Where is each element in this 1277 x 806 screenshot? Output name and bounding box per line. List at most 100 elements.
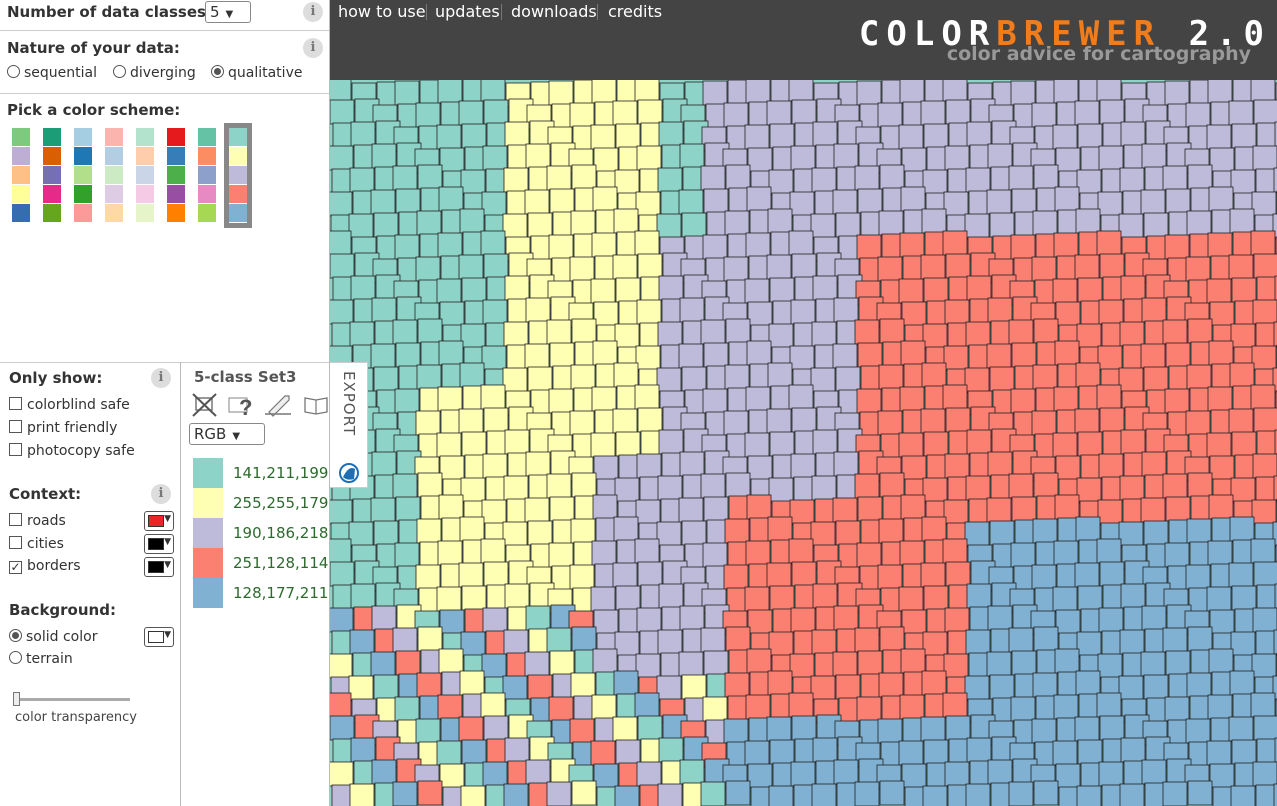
county-cell bbox=[833, 605, 859, 631]
scheme-swatch bbox=[229, 128, 247, 146]
county-cell bbox=[702, 696, 728, 722]
cities-checkbox[interactable]: cities bbox=[9, 536, 64, 552]
county-cell bbox=[944, 607, 970, 633]
county-cell bbox=[458, 100, 484, 126]
county-cell bbox=[1054, 186, 1080, 212]
nature-option-sequential[interactable]: sequential bbox=[7, 65, 97, 81]
roads-color-swatch bbox=[148, 515, 164, 527]
scheme-swatch bbox=[12, 147, 30, 165]
county-cell bbox=[571, 164, 597, 190]
color-scheme-4[interactable] bbox=[105, 128, 123, 223]
color-scheme-1[interactable] bbox=[12, 128, 30, 223]
county-cell bbox=[416, 672, 442, 698]
nav-updates[interactable]: updates bbox=[435, 2, 500, 21]
nav-credits[interactable]: credits bbox=[608, 2, 662, 21]
county-cell bbox=[415, 256, 441, 282]
nature-info-icon[interactable]: i bbox=[303, 38, 323, 58]
nature-option-qualitative[interactable]: qualitative bbox=[211, 65, 302, 81]
county-cell bbox=[1231, 431, 1257, 457]
classes-info-icon[interactable]: i bbox=[303, 2, 323, 22]
county-cell bbox=[436, 278, 462, 304]
export-globe-icon bbox=[339, 463, 359, 483]
county-cell bbox=[636, 145, 662, 171]
terrain-radio[interactable]: terrain bbox=[9, 651, 73, 667]
county-cell bbox=[1252, 453, 1277, 479]
county-map[interactable] bbox=[330, 80, 1277, 806]
county-cell bbox=[942, 230, 968, 256]
county-cell bbox=[1011, 342, 1037, 368]
county-cell bbox=[371, 297, 397, 323]
color-scheme-7[interactable] bbox=[198, 128, 216, 223]
background-color-picker[interactable]: ▼ bbox=[144, 627, 174, 647]
county-cell bbox=[1119, 321, 1145, 347]
color-scheme-6[interactable] bbox=[167, 128, 185, 223]
photocopy-safe-checkbox[interactable]: photocopy safe bbox=[9, 443, 135, 459]
color-scheme-2[interactable] bbox=[43, 128, 61, 223]
county-cell bbox=[788, 538, 814, 564]
county-cell bbox=[1252, 299, 1277, 325]
nav-downloads[interactable]: downloads bbox=[511, 2, 597, 21]
background-color-swatch bbox=[148, 631, 164, 643]
county-cell bbox=[790, 299, 816, 325]
county-cell bbox=[833, 759, 859, 785]
color-scheme-8[interactable] bbox=[224, 123, 252, 228]
county-cell bbox=[923, 123, 949, 149]
county-cell bbox=[1053, 80, 1079, 104]
color-scheme-5[interactable] bbox=[136, 128, 154, 223]
county-cell bbox=[812, 429, 838, 455]
classes-select[interactable]: 5 ▼ bbox=[205, 1, 251, 23]
county-cell bbox=[744, 740, 770, 766]
county-cell bbox=[461, 739, 487, 765]
roads-checkbox[interactable]: roads bbox=[9, 513, 66, 529]
transparency-slider-track[interactable] bbox=[15, 698, 130, 701]
county-cell bbox=[1231, 739, 1257, 765]
county-cell bbox=[1141, 759, 1167, 785]
county-cell bbox=[1230, 169, 1256, 195]
county-cell bbox=[1077, 277, 1103, 303]
borders-color-picker[interactable]: ▼ bbox=[144, 557, 174, 577]
color-scheme-3[interactable] bbox=[74, 128, 92, 223]
nature-option-diverging[interactable]: diverging bbox=[113, 65, 196, 81]
county-cell bbox=[1185, 102, 1211, 128]
print-friendly-checkbox[interactable]: print friendly bbox=[9, 420, 117, 436]
roads-color-picker[interactable]: ▼ bbox=[144, 511, 174, 531]
book-icon[interactable] bbox=[304, 397, 328, 415]
county-cell bbox=[637, 561, 663, 587]
county-cell bbox=[546, 319, 572, 345]
legend-rgb-value: 141,211,199 bbox=[233, 464, 329, 482]
county-cell bbox=[1206, 740, 1232, 766]
context-info-icon[interactable]: i bbox=[151, 484, 171, 504]
county-cell bbox=[1206, 278, 1232, 304]
help-icon[interactable]: ? bbox=[228, 395, 252, 418]
only-show-info-icon[interactable]: i bbox=[151, 368, 171, 388]
scheme-swatch bbox=[136, 128, 154, 146]
county-cell bbox=[986, 651, 1012, 677]
export-tab[interactable]: EXPORT bbox=[330, 362, 368, 488]
county-cell bbox=[856, 234, 882, 260]
county-cell bbox=[833, 143, 859, 169]
county-cell bbox=[350, 275, 376, 301]
copy-icon[interactable] bbox=[265, 395, 291, 417]
colorblind-safe-checkbox[interactable]: colorblind safe bbox=[9, 397, 130, 413]
county-cell bbox=[679, 143, 705, 169]
county-cell bbox=[745, 694, 771, 720]
county-cell bbox=[502, 213, 528, 239]
county-cell bbox=[766, 254, 792, 280]
transparency-slider-handle[interactable] bbox=[13, 692, 20, 706]
county-cell bbox=[769, 431, 795, 457]
county-cell bbox=[1256, 430, 1277, 456]
county-cell bbox=[1185, 256, 1211, 282]
nav-how-to-use[interactable]: how to use bbox=[338, 2, 426, 21]
map-canvas[interactable] bbox=[330, 80, 1277, 806]
county-cell bbox=[1118, 367, 1144, 393]
borders-checkbox[interactable]: ✓ borders bbox=[9, 558, 81, 574]
no-print-icon[interactable] bbox=[192, 393, 217, 417]
cities-color-picker[interactable]: ▼ bbox=[144, 534, 174, 554]
county-cell bbox=[1099, 715, 1125, 741]
solid-color-radio[interactable]: solid color bbox=[9, 629, 97, 645]
scheme-swatch bbox=[136, 185, 154, 203]
county-cell bbox=[1052, 586, 1078, 612]
color-format-select[interactable]: RGB ▼ bbox=[189, 423, 265, 445]
county-cell bbox=[527, 366, 553, 392]
county-cell bbox=[373, 366, 399, 392]
